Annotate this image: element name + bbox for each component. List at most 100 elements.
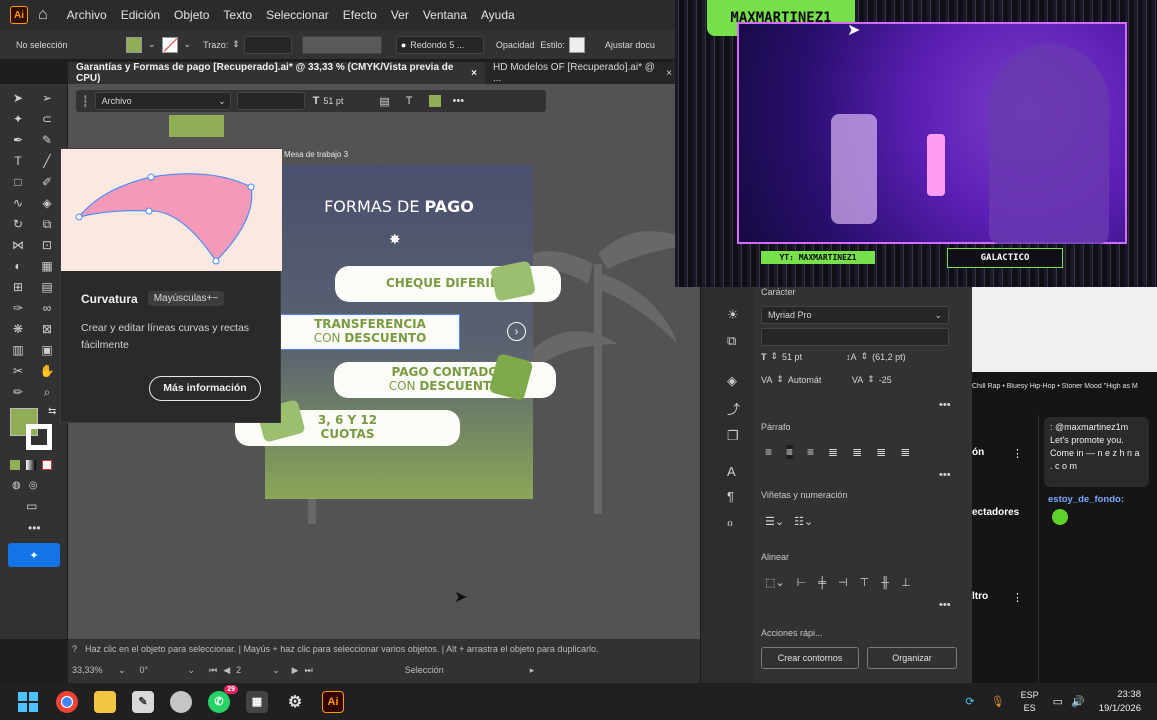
- kebab-icon[interactable]: ⋮: [1012, 591, 1023, 604]
- screen-mode-icon[interactable]: ▭: [26, 499, 67, 513]
- more-info-button[interactable]: Más información: [149, 375, 261, 401]
- calculator-icon[interactable]: ▦: [246, 690, 268, 713]
- generative-button[interactable]: ✦: [8, 543, 60, 567]
- panel-size[interactable]: 51 pt: [782, 352, 830, 362]
- stepper-icon[interactable]: ⇕: [861, 351, 869, 362]
- opentype-icon[interactable]: ℴ: [727, 514, 753, 530]
- align-right-icon[interactable]: ≡: [807, 445, 814, 459]
- create-outlines-button[interactable]: Crear contornos: [761, 647, 859, 669]
- whatsapp-icon[interactable]: ✆ 29: [208, 684, 238, 713]
- region-indicator[interactable]: ES: [1021, 702, 1039, 715]
- lasso-icon[interactable]: ⊂: [37, 110, 57, 128]
- gradient-mode-icon[interactable]: [26, 460, 36, 470]
- first-page-icon[interactable]: ⏮: [209, 665, 217, 676]
- clock-time[interactable]: 23:38: [1099, 688, 1141, 701]
- line-icon[interactable]: ╱: [37, 152, 57, 170]
- font-size-value[interactable]: 51 pt: [323, 96, 371, 106]
- magic-wand-icon[interactable]: ✦: [8, 110, 28, 128]
- color-mode-icon[interactable]: [10, 460, 20, 470]
- align-to-icon[interactable]: ⬚⌄: [765, 576, 785, 589]
- align-left-objects-icon[interactable]: ⊢: [797, 576, 807, 589]
- artboard-icon[interactable]: ▣: [37, 341, 57, 359]
- home-icon[interactable]: ⌂: [38, 6, 48, 24]
- eraser-icon[interactable]: ◈: [37, 194, 57, 212]
- monitor-icon[interactable]: ▭: [1053, 695, 1063, 708]
- next-page-icon[interactable]: ▶: [292, 665, 299, 676]
- stepper-icon[interactable]: ⇕: [232, 39, 240, 50]
- panel-style-dropdown[interactable]: [761, 328, 949, 346]
- more-tools-icon[interactable]: •••: [28, 521, 67, 535]
- volume-icon[interactable]: 🔊: [1071, 695, 1085, 708]
- settings-icon[interactable]: ⚙: [284, 691, 306, 713]
- stroke-width-dropdown[interactable]: [243, 35, 292, 54]
- panel-leading[interactable]: (61,2 pt): [872, 352, 916, 362]
- crop-icon[interactable]: ⊠: [37, 320, 57, 338]
- export-icon[interactable]: ⤴: [727, 399, 753, 418]
- stepper-icon[interactable]: ⇕: [867, 374, 875, 385]
- type-icon[interactable]: T: [8, 152, 28, 170]
- menu-efecto[interactable]: Efecto: [336, 8, 384, 22]
- fill-swatch[interactable]: [126, 36, 142, 53]
- menu-ventana[interactable]: Ventana: [416, 8, 474, 22]
- status-arrow-icon[interactable]: ▸: [530, 665, 535, 676]
- stroke-color-icon[interactable]: [26, 424, 52, 450]
- menu-ayuda[interactable]: Ayuda: [474, 8, 522, 22]
- mesh-icon[interactable]: ⊞: [8, 278, 28, 296]
- payment-item-transferencia[interactable]: TRANSFERENCIA CON DESCUENTO: [280, 314, 460, 350]
- clock-date[interactable]: 19/1/2026: [1099, 702, 1141, 715]
- rotate-icon[interactable]: ↻: [8, 215, 28, 233]
- align-hcenter-icon[interactable]: ╪: [818, 577, 826, 589]
- panel-font-dropdown[interactable]: Myriad Pro ⌄: [761, 306, 949, 324]
- align-bottom-icon[interactable]: ⊥: [901, 576, 911, 589]
- language-indicator[interactable]: ESP: [1021, 689, 1039, 702]
- justify-right-icon[interactable]: ≣: [876, 445, 886, 459]
- menu-archivo[interactable]: Archivo: [60, 8, 114, 22]
- green-rectangle[interactable]: [169, 115, 224, 137]
- width-icon[interactable]: ⋈: [8, 236, 28, 254]
- font-style-dropdown[interactable]: [236, 92, 305, 110]
- arrange-button[interactable]: Organizar: [867, 647, 957, 669]
- gradient-icon[interactable]: ▤: [37, 278, 57, 296]
- notepad-icon[interactable]: ✎: [132, 690, 154, 713]
- illustrator-taskbar-icon[interactable]: Ai: [322, 690, 344, 713]
- page-number[interactable]: 2: [236, 665, 266, 675]
- zoom-icon[interactable]: ⌕: [37, 383, 57, 401]
- menu-objeto[interactable]: Objeto: [167, 8, 216, 22]
- zoom-value[interactable]: 33,33%: [72, 665, 112, 675]
- align-center-icon[interactable]: ≡: [786, 445, 794, 459]
- app-icon[interactable]: [170, 690, 192, 713]
- chevron-down-icon[interactable]: ⌄: [118, 665, 126, 676]
- draw-mode-icon[interactable]: ◍: [12, 480, 21, 491]
- swap-icon[interactable]: ⇆: [48, 406, 56, 417]
- prev-page-icon[interactable]: ◀: [223, 665, 230, 676]
- brush-dropdown[interactable]: ● Redondo 5 ...: [395, 35, 484, 54]
- more-icon[interactable]: •••: [453, 95, 465, 107]
- graph-icon[interactable]: ▥: [8, 341, 28, 359]
- blend-icon[interactable]: ∞: [37, 299, 57, 317]
- last-page-icon[interactable]: ⏭: [305, 665, 313, 676]
- more-options-icon[interactable]: •••: [939, 599, 951, 611]
- panel-tracking[interactable]: -25: [879, 375, 923, 385]
- free-transform-icon[interactable]: ⊡: [37, 236, 57, 254]
- chevron-down-icon[interactable]: ⌄: [148, 39, 156, 50]
- color-chip[interactable]: [428, 95, 441, 107]
- adjust-button[interactable]: Ajustar docu: [605, 40, 655, 50]
- direct-selection-icon[interactable]: ➢: [37, 89, 57, 107]
- justify-all-icon[interactable]: ≣: [900, 445, 910, 459]
- menu-seleccionar[interactable]: Seleccionar: [259, 8, 336, 22]
- character-icon[interactable]: A: [727, 464, 753, 479]
- shaper-icon[interactable]: ∿: [8, 194, 28, 212]
- kebab-icon[interactable]: ⋮: [1012, 447, 1023, 460]
- chevron-down-icon[interactable]: ⌄: [184, 39, 192, 50]
- windows-start-icon[interactable]: [18, 691, 38, 712]
- sync-icon[interactable]: ⟳: [965, 695, 974, 708]
- artboards-icon[interactable]: ❐: [727, 428, 753, 444]
- tab-garantias[interactable]: Garantías y Formas de pago [Recuperado].…: [68, 62, 485, 84]
- chat-username[interactable]: estoy_de_fondo: [1048, 494, 1121, 505]
- eyedropper-alt-icon[interactable]: ✏: [8, 383, 28, 401]
- curvature-icon[interactable]: ✎: [37, 131, 57, 149]
- align-right-objects-icon[interactable]: ⊣: [838, 576, 848, 589]
- stroke-swatch[interactable]: [161, 36, 178, 53]
- chevron-down-icon[interactable]: ⌄: [188, 665, 196, 676]
- align-top-icon[interactable]: ⊤: [860, 576, 870, 589]
